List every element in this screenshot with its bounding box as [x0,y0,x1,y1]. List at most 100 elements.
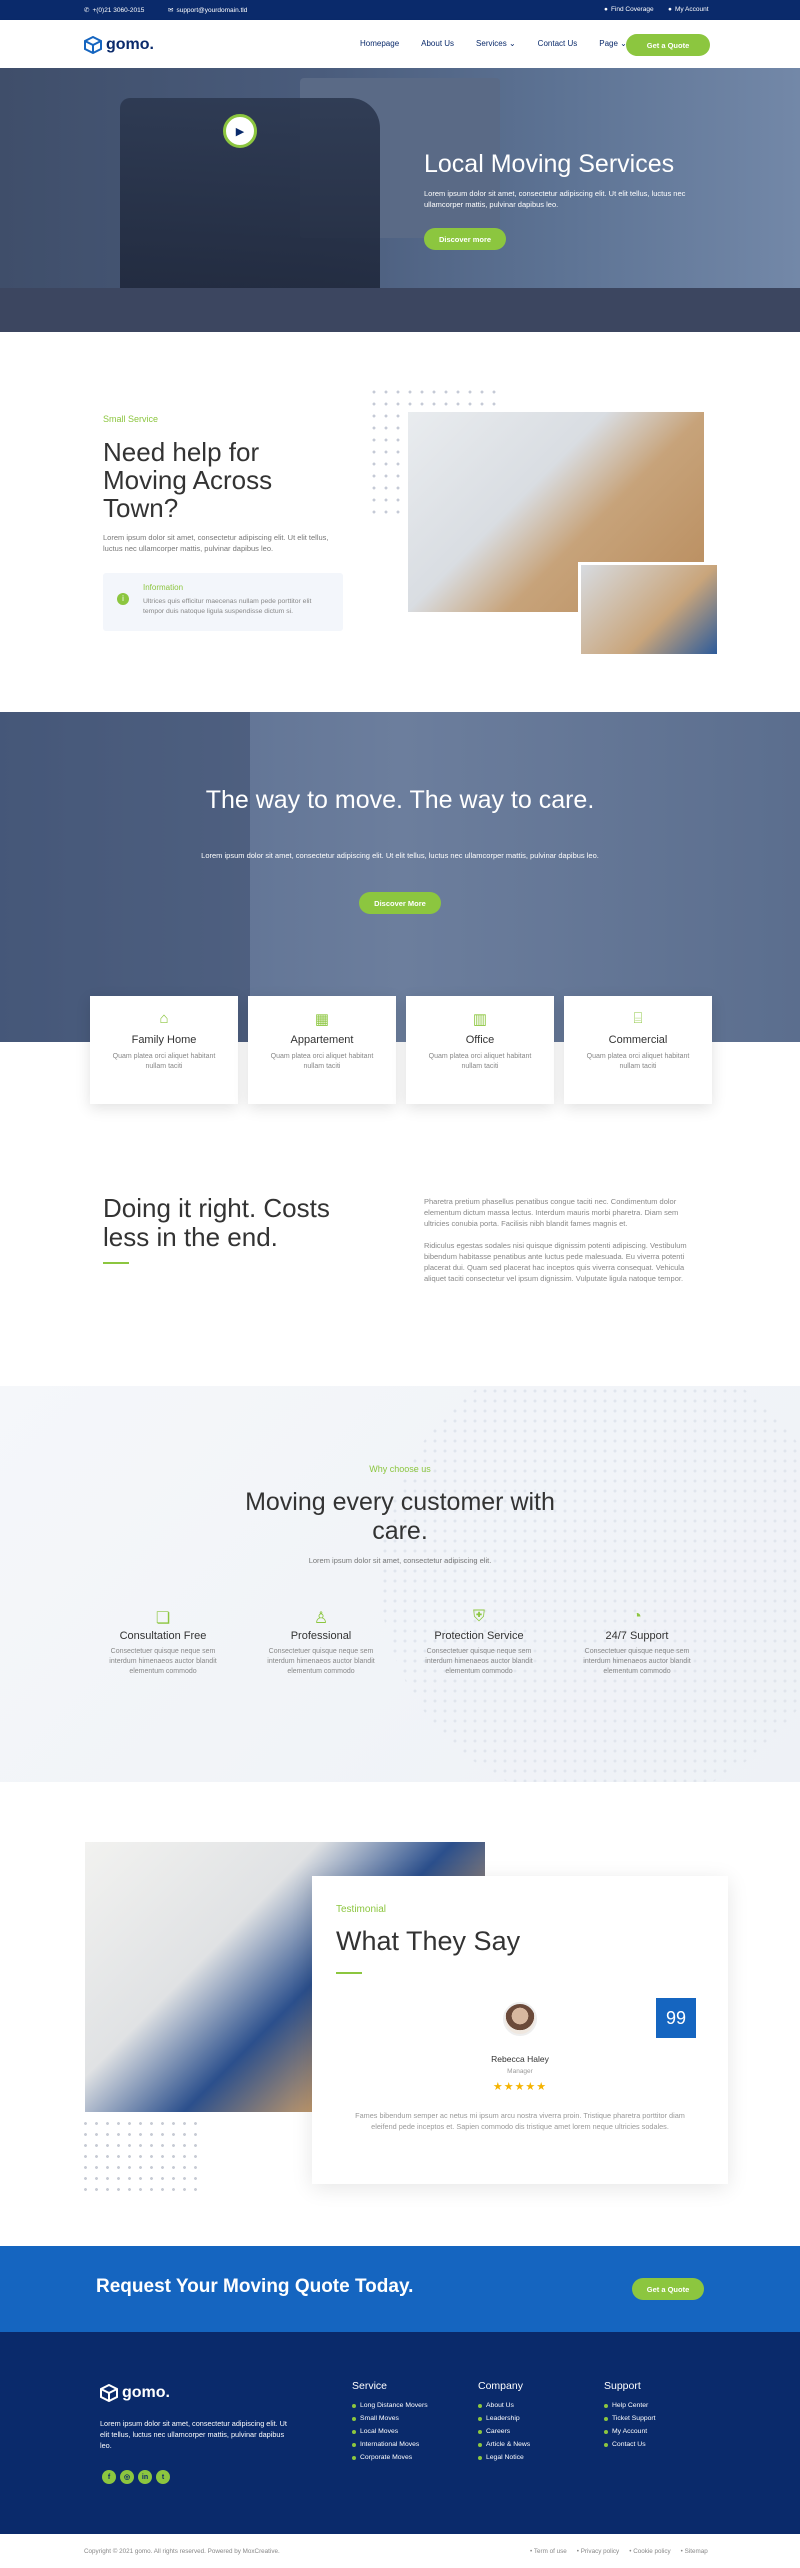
feature-title: Consultation Free [119,1630,207,1642]
chat-icon: ❏ [155,1610,171,1627]
rating-stars: ★★★★★ [492,2081,548,2093]
footer-link[interactable]: Long Distance Movers [352,2402,428,2409]
mail-icon: ✉ [168,7,174,14]
footer-column-title: Service [352,2380,388,2392]
cta-title: Request Your Moving Quote Today. [96,2276,414,2297]
building-icon: ▦ [314,1011,330,1028]
nav-contact-us[interactable]: Contact Us [538,39,578,48]
footer-link[interactable]: About Us [478,2402,530,2409]
instagram-icon[interactable]: ◎ [120,2470,134,2484]
card-family-home[interactable]: ⌂ Family Home Quam platea orci aliquet h… [90,996,238,1104]
info-text: Ultrices quis efficitur maecenas nullam … [143,598,312,615]
avatar [503,2002,537,2036]
footer-link[interactable]: Ticket Support [604,2415,656,2422]
banner-section [0,712,800,1042]
bottom-link-label: Term of use [533,2548,567,2555]
hero-section [0,68,800,332]
costs-paragraph-1: Pharetra pretium phasellus penatibus con… [424,1197,679,1228]
email-contact[interactable]: ✉ support@yourdomain.tld [168,6,248,15]
footer-link[interactable]: Small Moves [352,2415,428,2422]
card-text: Quam platea orci aliquet habitant nullam… [270,1053,374,1070]
testimonial-subtitle: Testimonial [336,1904,387,1915]
chevron-down-icon: ⌄ [508,39,516,48]
footer-link[interactable]: Contact Us [604,2441,656,2448]
find-coverage-label: Find Coverage [610,6,654,13]
bottom-bar: Copyright © 2021 gomo. All rights reserv… [0,2534,800,2568]
play-video-button[interactable]: ▶ [223,114,257,148]
footer-support-column: Support Help Center Ticket Support My Ac… [604,2380,656,2454]
costs-title: Doing it right. Costs less in the end. [103,1193,330,1252]
footer-link[interactable]: Help Center [604,2402,656,2409]
footer-link[interactable]: My Account [604,2428,656,2435]
find-coverage-link[interactable]: ● Find Coverage [604,6,654,13]
people-icon: ♙ [313,1610,329,1627]
bottom-link[interactable]: • Cookie policy [629,2548,670,2555]
bottom-link[interactable]: • Privacy policy [577,2548,619,2555]
my-account-link[interactable]: ● My Account [668,6,709,13]
cta-get-quote-button[interactable]: Get a Quote [632,2278,704,2300]
logo[interactable]: gomo. [84,36,154,54]
nav-homepage[interactable]: Homepage [360,39,399,48]
card-commercial[interactable]: ⌸ Commercial Quam platea orci aliquet ha… [564,996,712,1104]
logo-text: gomo. [122,2384,170,2401]
card-title: Commercial [608,1034,668,1046]
reviewer-name: Rebecca Haley [491,2054,549,2064]
footer-link[interactable]: Legal Notice [478,2454,530,2461]
top-bar: ✆ +(0)21 3060-2015 ✉ support@yourdomain.tl… [0,0,800,20]
bottom-link[interactable]: • Term of use [530,2548,567,2555]
about-subtitle: Small Service [103,414,159,424]
card-text: Quam platea orci aliquet habitant nullam… [428,1053,532,1070]
feature-support: ◔ 24/7 Support Consectetuer quisque nequ… [572,1608,702,1677]
title-underline [336,1972,362,1974]
linkedin-icon[interactable]: in [138,2470,152,2484]
card-appartement[interactable]: ▦ Appartement Quam platea orci aliquet h… [248,996,396,1104]
store-icon: ⌸ [633,1010,643,1027]
bottom-link-label: Privacy policy [580,2548,620,2555]
feature-title: Professional [290,1630,352,1642]
road [0,288,800,332]
facebook-icon[interactable]: f [102,2470,116,2484]
banner-text: Lorem ipsum dolor sit amet, consectetur … [201,851,599,860]
email-text: support@yourdomain.tld [176,6,248,14]
nav-links: Homepage About Us Services ⌄ Contact Us … [360,39,627,48]
card-office[interactable]: ▥ Office Quam platea orci aliquet habita… [406,996,554,1104]
footer-link[interactable]: Leadership [478,2415,530,2422]
nav-about-us[interactable]: About Us [421,39,454,48]
nav-services-label: Services [476,39,507,48]
footer-link[interactable]: Local Moves [352,2428,428,2435]
feature-text: Consectetuer quisque neque sem interdum … [109,1648,217,1675]
twitter-icon[interactable]: t [156,2470,170,2484]
box-logo-icon [100,2384,118,2402]
title-underline [103,1262,129,1264]
nav-page[interactable]: Page ⌄ [599,39,627,48]
home-icon: ⌂ [159,1010,169,1027]
footer-company-column: Company About Us Leadership Careers Arti… [478,2380,530,2467]
footer-link[interactable]: Careers [478,2428,530,2435]
logo-text: gomo. [106,36,154,53]
why-section [0,1386,800,1782]
feature-title: Protection Service [434,1630,524,1642]
why-title: Moving every customer with care. [245,1488,555,1545]
nav-page-label: Page [599,39,618,48]
banner-title: The way to move. The way to care. [205,786,595,814]
bottom-links: • Term of use • Privacy policy • Cookie … [530,2548,708,2555]
nav-services[interactable]: Services ⌄ [476,39,516,48]
banner-discover-button[interactable]: Discover More [359,892,441,914]
discover-more-button[interactable]: Discover more [424,228,506,250]
box-logo-icon [84,36,102,54]
feature-text: Consectetuer quisque neque sem interdum … [267,1648,375,1675]
copyright: Copyright © 2021 gomo. All rights reserv… [84,2548,280,2555]
bottom-link[interactable]: • Sitemap [681,2548,708,2555]
footer-link[interactable]: Article & News [478,2441,530,2448]
pin-icon: ● [604,6,608,13]
reviewer-role: Manager [507,2068,533,2075]
footer-link[interactable]: Corporate Moves [352,2454,428,2461]
about-text: Lorem ipsum dolor sit amet, consectetur … [103,533,329,553]
phone-contact[interactable]: ✆ +(0)21 3060-2015 [84,6,144,15]
cta-section: Request Your Moving Quote Today. Get a Q… [0,2246,800,2332]
footer-link[interactable]: International Moves [352,2441,428,2448]
get-quote-button[interactable]: Get a Quote [626,34,710,56]
footer-logo[interactable]: gomo. [100,2384,170,2402]
dot-pattern [380,1386,800,1782]
shield-icon: ⛨ [472,1608,485,1625]
